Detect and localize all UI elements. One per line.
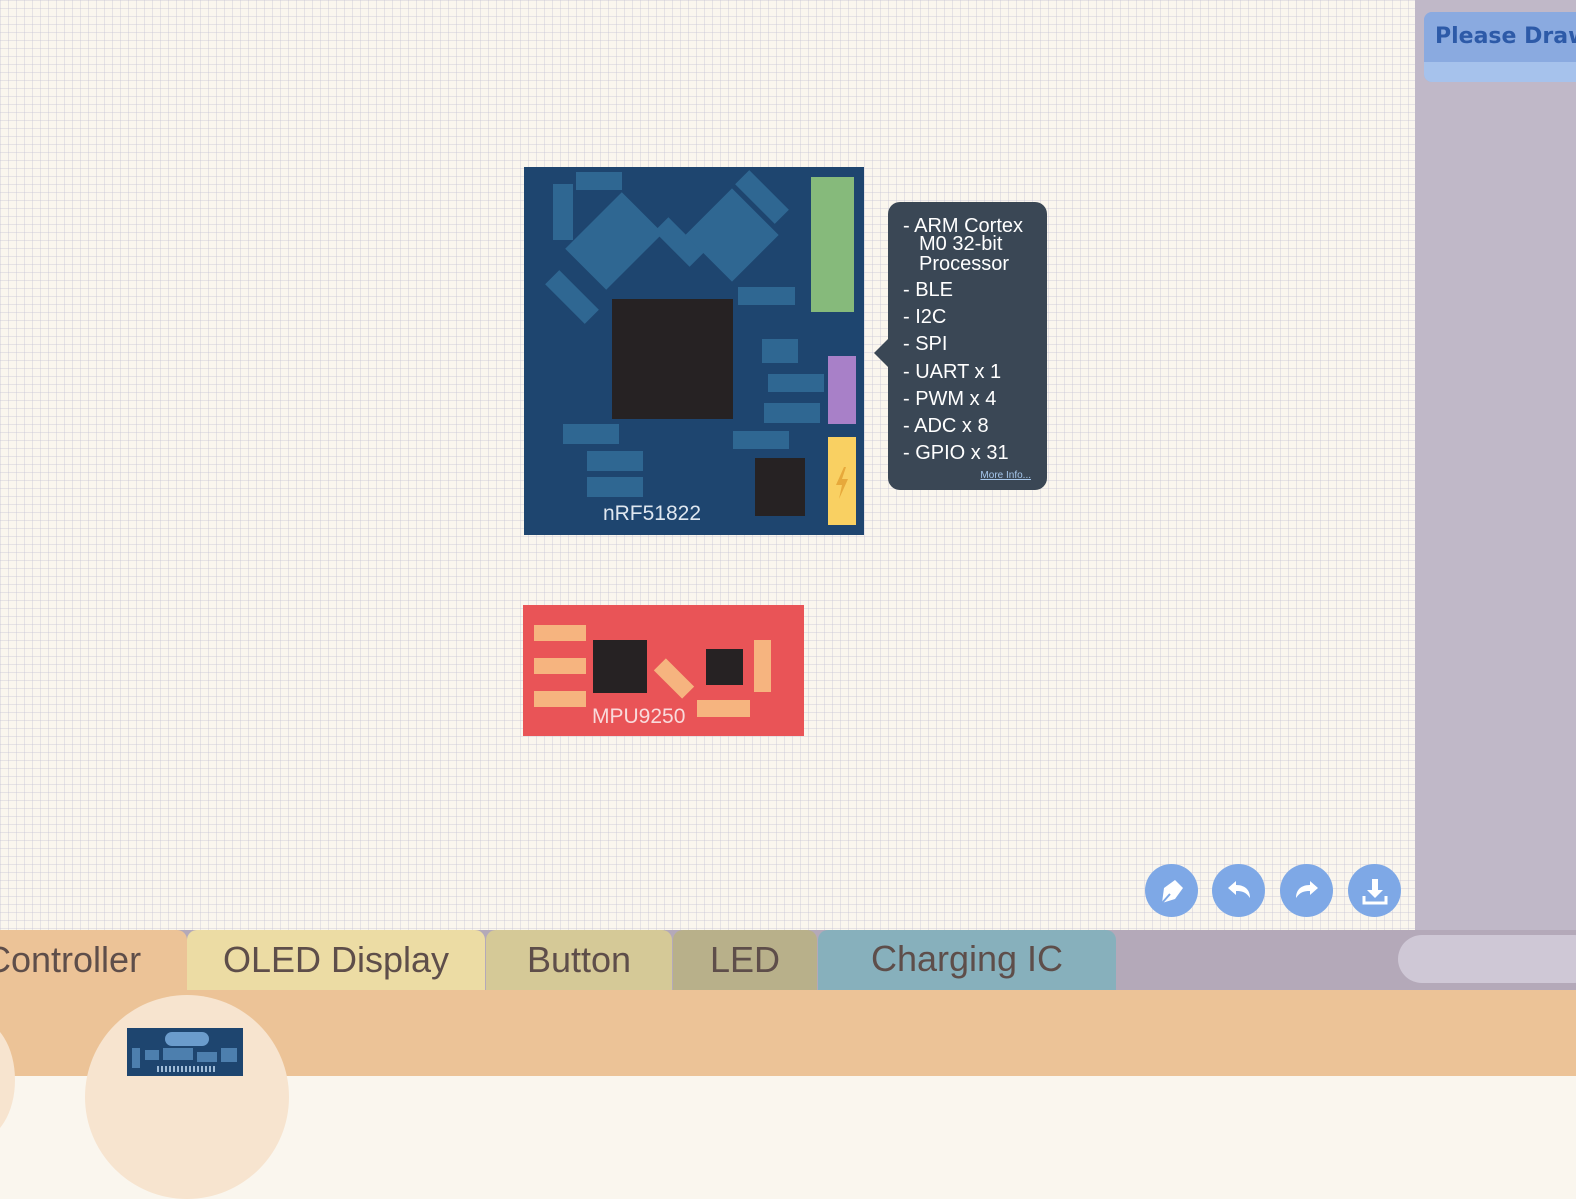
board-pad — [534, 625, 586, 641]
board-component — [545, 270, 599, 324]
board-component — [576, 172, 622, 190]
redo-icon — [1295, 880, 1318, 898]
feature-item: M0 32-bit — [919, 233, 1003, 255]
search-input[interactable] — [1398, 935, 1576, 983]
please-draw-label: Please Draw — [1435, 24, 1576, 49]
mpu-board-label: MPU9250 — [592, 705, 686, 728]
download-icon — [1362, 878, 1387, 904]
feature-item: - BLE — [903, 279, 954, 301]
pen-button[interactable] — [1145, 864, 1198, 917]
tab-label: OLED Display — [222, 939, 450, 980]
please-draw-button[interactable]: Please Draw — [1424, 12, 1576, 82]
feature-item: - SPI — [903, 333, 948, 355]
board-component — [768, 374, 824, 392]
board-component — [733, 431, 789, 449]
tab-label: Controller — [0, 939, 142, 980]
undo-button[interactable] — [1212, 864, 1265, 917]
tab-charging-ic[interactable]: Charging IC — [818, 930, 1116, 990]
mpu-chip — [593, 640, 647, 693]
power-connector[interactable] — [828, 437, 856, 525]
tab-led[interactable]: LED — [673, 930, 817, 990]
green-connector[interactable] — [811, 177, 854, 312]
board-pad — [697, 700, 750, 717]
tab-label: Charging IC — [870, 938, 1064, 979]
board-info-tooltip: - ARM Cortex M0 32-bit Processor - BLE -… — [874, 202, 1047, 490]
controller-thumbnail[interactable] — [127, 1028, 243, 1076]
feature-item: - UART x 1 — [903, 361, 1002, 383]
nrf51822-board[interactable]: nRF51822 — [524, 167, 864, 535]
feature-item: - ADC x 8 — [903, 415, 989, 437]
undo-icon — [1227, 880, 1250, 898]
nrf-board-label: nRF51822 — [602, 502, 702, 525]
purple-connector[interactable] — [828, 356, 856, 424]
feature-item: - PWM x 4 — [903, 388, 997, 410]
board-pad — [534, 691, 586, 707]
right-panel — [1415, 0, 1576, 930]
mpu-small-chip — [706, 649, 743, 685]
tab-oled-display[interactable]: OLED Display — [187, 930, 485, 990]
tab-label: LED — [709, 939, 781, 980]
feature-item: - GPIO x 31 — [903, 442, 1009, 464]
feature-item: Processor — [919, 253, 1010, 275]
board-component — [553, 184, 573, 240]
redo-button[interactable] — [1280, 864, 1333, 917]
tab-label: Button — [526, 939, 632, 980]
more-info-link[interactable]: More Info... — [980, 470, 1031, 481]
pen-icon — [1160, 879, 1183, 904]
board-component — [563, 424, 619, 444]
board-component — [738, 287, 795, 305]
download-button[interactable] — [1348, 864, 1401, 917]
board-pad — [534, 658, 586, 674]
board-component — [587, 477, 643, 497]
board-component — [565, 192, 663, 290]
tray-item-controller[interactable] — [85, 995, 289, 1199]
board-component — [764, 403, 820, 423]
board-component — [762, 339, 798, 363]
feature-item: - I2C — [903, 306, 947, 328]
board-component — [587, 451, 643, 471]
lightning-icon — [836, 467, 848, 499]
board-pad — [653, 658, 695, 699]
board-pad — [754, 640, 771, 692]
main-chip — [612, 299, 733, 419]
tab-controller[interactable]: Controller — [0, 930, 187, 990]
mpu9250-board[interactable]: MPU9250 — [523, 605, 804, 736]
tab-button[interactable]: Button — [486, 930, 672, 990]
